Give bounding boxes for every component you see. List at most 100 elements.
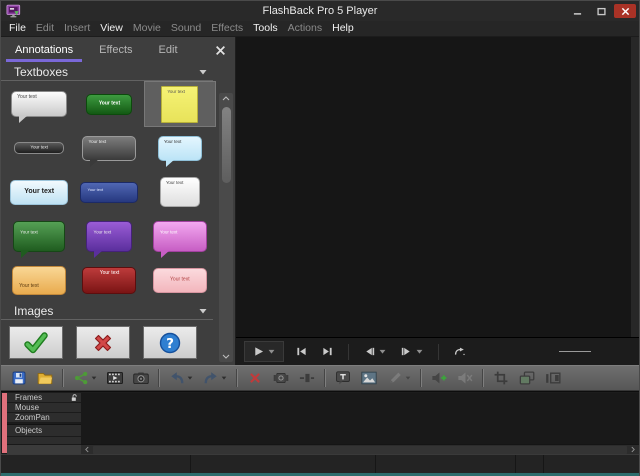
track-label: Mouse [15, 403, 39, 412]
player-separator [438, 344, 439, 360]
snapshot-button[interactable] [128, 367, 154, 389]
delete-button[interactable] [242, 367, 268, 389]
scrollbar-track[interactable] [93, 446, 627, 454]
presenter-button[interactable] [540, 367, 566, 389]
textbox-item-10[interactable]: Your text [4, 214, 74, 258]
images-section-header[interactable]: Images [1, 302, 213, 320]
textbox-shape: Your text [82, 136, 136, 161]
menu-tools[interactable]: Tools [248, 21, 283, 36]
minimize-button[interactable] [566, 4, 588, 18]
menu-movie[interactable]: Movie [128, 21, 166, 36]
viewer-vertical-scrollbar[interactable] [631, 37, 639, 337]
snapshot-icon [133, 371, 149, 385]
tab-annotations[interactable]: Annotations [13, 38, 75, 63]
toolbar-separator [324, 369, 326, 387]
check-image[interactable] [9, 326, 63, 359]
play-button[interactable] [244, 341, 284, 362]
textbox-label: Your text [17, 95, 37, 101]
delete-icon [247, 371, 263, 385]
textbox-item-2[interactable]: Your text [74, 82, 144, 126]
textbox-item-14[interactable]: Your text [74, 258, 144, 302]
track-objects[interactable]: Objects [7, 424, 81, 437]
go-to-start-button[interactable] [296, 346, 307, 357]
track-label: ZoomPan [15, 413, 50, 422]
menu-sound[interactable]: Sound [166, 21, 206, 36]
track-zoompan[interactable]: ZoomPan [7, 413, 81, 423]
textbox-item-9[interactable]: Your text [145, 170, 215, 214]
scroll-left-icon[interactable] [81, 446, 93, 453]
textbox-item-13[interactable]: Your text [4, 258, 74, 302]
scrollbar-thumb[interactable] [222, 107, 231, 183]
toolbar-separator [482, 369, 484, 387]
jump-button[interactable] [454, 346, 465, 357]
tab-edit[interactable]: Edit [157, 38, 180, 63]
textbox-item-3[interactable]: Your text [145, 82, 215, 126]
step-forward-button[interactable] [401, 346, 423, 357]
textbox-item-12[interactable]: Your text [145, 214, 215, 258]
trim-movie-button[interactable] [268, 367, 294, 389]
close-button[interactable] [614, 4, 636, 18]
scroll-right-icon[interactable] [627, 446, 639, 453]
share-button[interactable] [68, 367, 102, 389]
textbox-item-5[interactable]: Your text [74, 126, 144, 170]
textbox-label: Your text [30, 146, 48, 151]
save-button[interactable] [6, 367, 32, 389]
add-textbox-button[interactable] [330, 367, 356, 389]
export-movie-button[interactable] [102, 367, 128, 389]
caret-down-icon[interactable] [199, 308, 207, 314]
textbox-label: Your text [100, 271, 120, 277]
textbox-item-4[interactable]: Your text [4, 126, 74, 170]
scroll-down-icon[interactable] [222, 351, 230, 362]
menu-file[interactable]: File [4, 21, 31, 36]
maximize-button[interactable] [590, 4, 612, 18]
timeline-rows[interactable] [81, 393, 639, 444]
textbox-label: Your text [160, 230, 178, 235]
textbox-item-8[interactable]: Your text [74, 170, 144, 214]
tab-effects[interactable]: Effects [97, 38, 134, 63]
panel-close-icon[interactable] [215, 45, 226, 56]
speed-slider[interactable] [559, 351, 591, 352]
scroll-up-icon[interactable] [222, 93, 230, 104]
caret-down-icon[interactable] [199, 69, 207, 75]
textbox-item-11[interactable]: Your text [74, 214, 144, 258]
statusbar-segment [1, 455, 191, 473]
caret-down-icon [221, 376, 227, 380]
textbox-item-1[interactable]: Your text [4, 82, 74, 126]
menu-help[interactable]: Help [327, 21, 359, 36]
insert-frames-icon [299, 371, 315, 385]
textbox-item-7[interactable]: Your text [4, 170, 74, 214]
textbox-item-15[interactable]: Your text [145, 258, 215, 302]
textbox-item-6[interactable]: Your text [145, 126, 215, 170]
track-mouse[interactable]: Mouse [7, 403, 81, 413]
add-image-button[interactable] [356, 367, 382, 389]
step-back-button[interactable] [364, 346, 386, 357]
panel-scrollbar[interactable] [219, 93, 233, 362]
insert-movie-icon [107, 371, 123, 385]
crop-button[interactable] [488, 367, 514, 389]
svg-text:?: ? [166, 336, 174, 352]
textbox-label: Your text [19, 284, 39, 290]
open-button[interactable] [32, 367, 58, 389]
undo-button[interactable] [164, 367, 198, 389]
add-sound-button[interactable] [426, 367, 452, 389]
menu-view[interactable]: View [95, 21, 128, 36]
cross-image[interactable] [76, 326, 130, 359]
movie-screen[interactable] [236, 37, 639, 337]
question-image[interactable]: ? [143, 326, 197, 359]
timeline-horizontal-scrollbar[interactable] [81, 444, 639, 454]
menu-insert[interactable]: Insert [59, 21, 95, 36]
player-viewer [236, 37, 639, 365]
redo-button[interactable] [198, 367, 232, 389]
insert-frames-button[interactable] [294, 367, 320, 389]
textbox-shape: Your text [11, 91, 67, 117]
textboxes-section-header[interactable]: Textboxes [1, 63, 213, 81]
menu-effects[interactable]: Effects [206, 21, 248, 36]
mute-button [452, 367, 478, 389]
track-frames[interactable]: Frames [7, 393, 81, 403]
menu-edit[interactable]: Edit [31, 21, 59, 36]
menu-actions[interactable]: Actions [283, 21, 327, 36]
copy-frames-button[interactable] [514, 367, 540, 389]
go-to-end-button[interactable] [322, 346, 333, 357]
textbox-label: Your text [164, 140, 182, 145]
img-cross-icon [91, 331, 115, 355]
